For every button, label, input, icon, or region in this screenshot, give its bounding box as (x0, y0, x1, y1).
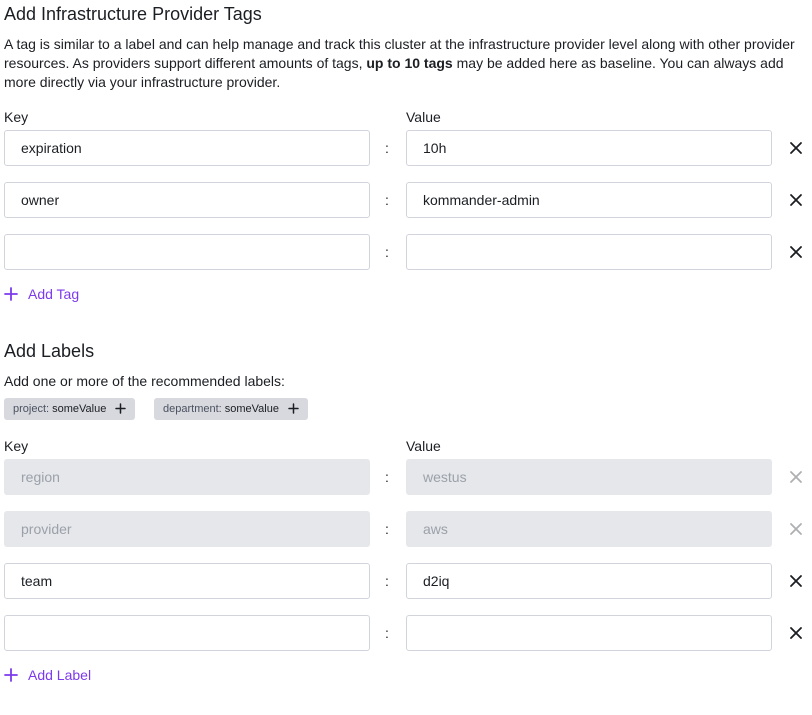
chip-key: department: (163, 403, 222, 415)
recommended-label-chip-department[interactable]: department: someValue (154, 398, 309, 420)
tag-key-input[interactable] (4, 234, 370, 270)
label-key-input: provider (4, 511, 370, 547)
label-value-input[interactable] (406, 615, 772, 651)
chip-key: project: (13, 403, 50, 415)
key-value-separator: : (385, 573, 389, 589)
tags-description: A tag is similar to a label and can help… (4, 35, 809, 92)
label-row: region : westus (0, 459, 812, 495)
label-value-input: westus (406, 459, 772, 495)
tag-key-input[interactable]: expiration (4, 130, 370, 166)
tag-value-input[interactable]: kommander-admin (406, 182, 772, 218)
tag-row: expiration : 10h (0, 130, 812, 166)
key-value-separator: : (385, 469, 389, 485)
remove-label-icon[interactable] (787, 572, 805, 590)
chip-value: someValue (224, 403, 279, 415)
key-value-separator: : (385, 244, 389, 260)
tag-value-input[interactable] (406, 234, 772, 270)
label-key-input[interactable]: team (4, 563, 370, 599)
plus-icon (115, 403, 127, 414)
key-value-separator: : (385, 192, 389, 208)
chip-value: someValue (52, 403, 107, 415)
add-tag-button[interactable]: Add Tag (4, 286, 79, 302)
labels-section-title: Add Labels (4, 341, 95, 361)
labels-value-column-label: Value (406, 438, 441, 454)
plus-icon (288, 403, 299, 414)
label-value-input[interactable]: d2iq (406, 563, 772, 599)
remove-label-icon (790, 523, 802, 535)
add-tag-label: Add Tag (28, 286, 80, 302)
key-value-separator: : (385, 521, 389, 537)
label-row: : (0, 615, 812, 651)
tags-section-title: Add Infrastructure Provider Tags (4, 4, 262, 24)
tag-row: : (0, 234, 812, 270)
remove-tag-icon[interactable] (787, 139, 805, 157)
label-row: provider : aws (0, 511, 812, 547)
plus-icon (4, 287, 18, 301)
tags-description-bold: up to 10 tags (366, 55, 453, 71)
tags-value-column-label: Value (406, 109, 441, 125)
add-label-button[interactable]: Add Label (4, 667, 91, 683)
add-label-label: Add Label (28, 667, 92, 683)
tag-value-input[interactable]: 10h (406, 130, 772, 166)
key-value-separator: : (385, 140, 389, 156)
tag-row: owner : kommander-admin (0, 182, 812, 218)
remove-label-icon[interactable] (787, 624, 805, 642)
remove-label-icon (790, 471, 802, 483)
labels-key-column-label: Key (4, 438, 29, 454)
plus-icon (4, 668, 18, 682)
key-value-separator: : (385, 625, 389, 641)
label-row: team : d2iq (0, 563, 812, 599)
remove-tag-icon[interactable] (787, 243, 805, 261)
tags-key-column-label: Key (4, 109, 29, 125)
remove-tag-icon[interactable] (787, 191, 805, 209)
recommended-label-chip-project[interactable]: project: someValue (4, 398, 136, 420)
label-key-input[interactable] (4, 615, 370, 651)
label-key-input: region (4, 459, 370, 495)
labels-recommend-text: Add one or more of the recommended label… (4, 373, 285, 389)
label-value-input: aws (406, 511, 772, 547)
tag-key-input[interactable]: owner (4, 182, 370, 218)
